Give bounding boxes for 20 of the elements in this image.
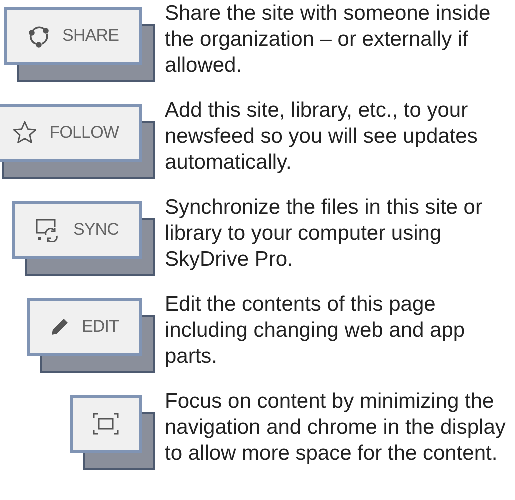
share-icon	[26, 24, 51, 48]
button-shadow-bottom	[83, 453, 142, 470]
focus-button[interactable]	[70, 395, 142, 453]
description-text: Synchronize the files in this site or library to your computer using SkyDrive Pro.	[165, 195, 484, 273]
button-shadow-side	[142, 24, 155, 82]
description-text: Focus on content by minimizing the navigation and chrome in the display to allow more space for the content.	[165, 389, 507, 467]
button-shadow-side	[142, 412, 155, 470]
star-icon	[12, 120, 38, 146]
sync-button[interactable]: SYNC	[12, 201, 142, 259]
follow-button[interactable]: FOLLOW	[0, 104, 142, 162]
button-shadow-side	[142, 218, 155, 276]
button-shadow-side	[142, 315, 155, 373]
pencil-icon	[50, 317, 70, 337]
description-text: Share the site with someone inside the organization – or externally if allowed.	[165, 1, 492, 79]
description-text: Edit the contents of this page including changing web and app parts.	[165, 292, 466, 370]
focus-icon	[93, 413, 119, 435]
share-button[interactable]: SHARE	[4, 7, 142, 65]
description-text: Add this site, library, etc., to your newsfeed so you will see updates automatically.	[165, 98, 479, 176]
button-shadow-side	[142, 121, 155, 179]
edit-button[interactable]: EDIT	[26, 298, 142, 356]
